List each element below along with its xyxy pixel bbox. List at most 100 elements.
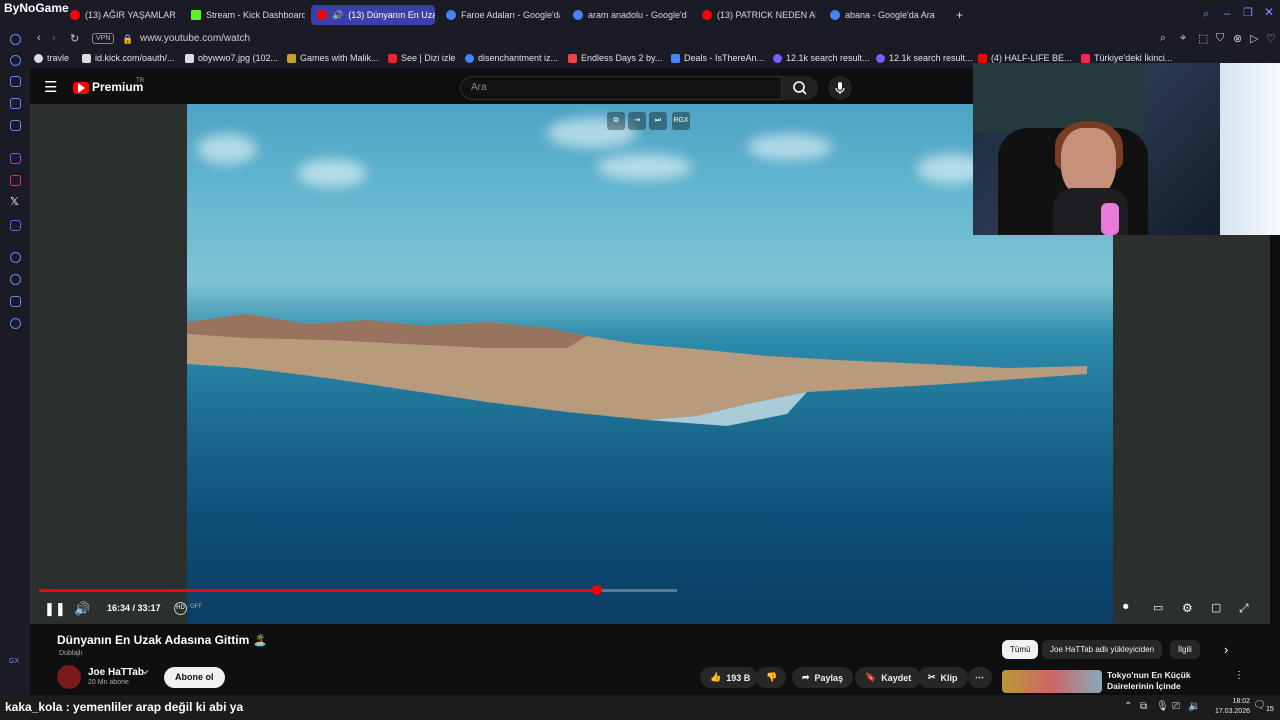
voice-search-button[interactable] [828, 76, 852, 100]
heart-icon[interactable]: ♡ [1266, 32, 1276, 45]
chip-all[interactable]: Tümü [1002, 640, 1039, 659]
share-button[interactable]: ➦ Paylaş [792, 667, 854, 688]
tab-faroe-adalari[interactable]: Faroe Adaları - Google'da [440, 5, 560, 25]
search-button[interactable] [782, 76, 818, 100]
recommended-title[interactable]: Tokyo'nun En Küçük Dairelerinin İçinde [1107, 670, 1232, 692]
search-input[interactable]: Ara [460, 76, 782, 100]
search-tabs-icon[interactable]: ⌕ [1203, 8, 1209, 21]
recommended-thumbnail[interactable] [1002, 670, 1102, 693]
close-icon[interactable]: ✕ [1264, 5, 1274, 19]
bookmark-deals[interactable]: Deals - IsThereAn... [671, 53, 764, 63]
chevron-right-icon[interactable]: › [1224, 642, 1228, 657]
tray-expand-icon[interactable]: ⌃ [1124, 701, 1132, 712]
notification-icon[interactable]: 🗨 [1253, 700, 1266, 711]
clip-button[interactable]: ✂ Klip [918, 667, 968, 688]
menu-icon[interactable]: ☰ [44, 78, 57, 96]
like-button[interactable]: 👍 193 B [700, 667, 758, 688]
bookmark-obywwo7[interactable]: obywwo7.jpg (102... [185, 53, 278, 63]
gx-icon[interactable]: GX [9, 658, 19, 665]
save-button[interactable]: 🔖 Kaydet [855, 667, 922, 688]
tab-patrick[interactable]: (13) PATRICK NEDEN APTA [696, 5, 816, 25]
fullscreen-icon[interactable]: ⤢ [1239, 601, 1249, 616]
play-icon[interactable]: ▷ [1250, 32, 1258, 45]
forward-icon[interactable]: › [52, 32, 56, 44]
settings-gear-icon[interactable]: ⚙ [1182, 601, 1193, 615]
mail-icon[interactable] [10, 120, 21, 131]
twitch-icon[interactable] [10, 153, 21, 164]
system-clock[interactable]: 18:02 17.03.2026 [1215, 697, 1250, 717]
microphone-icon[interactable]: 🎙 [1156, 701, 1169, 712]
address-bar: ‹ › ↻ VPN 🔒 www.youtube.com/watch ⌕ ⌖ ⬚ … [30, 30, 1280, 50]
bookmark-search-result-2[interactable]: 12.1k search result... [876, 53, 973, 63]
vpn-badge[interactable]: VPN [92, 33, 115, 44]
bookmark-see-dizi[interactable]: See | Dizi izle [388, 53, 455, 63]
bookmark-half-life[interactable]: (4) HALF-LIFE BE... [978, 53, 1072, 63]
tab-aram-anadolu[interactable]: aram anadolu - Google'da [567, 5, 687, 25]
chip-from-uploader[interactable]: Joe HaTTab adlı yükleyiciden [1042, 640, 1163, 659]
bookmark-disenchantment[interactable]: disenchantment iz... [465, 53, 558, 63]
zoom-icon[interactable]: ⌕ [1160, 32, 1166, 45]
webcam-microphone [1101, 203, 1119, 235]
pip-icon[interactable]: ⧉ [607, 112, 625, 130]
tab-dunyanin-en-uzak[interactable]: 🔊 (13) Dünyanın En Uzak [311, 5, 435, 25]
messenger-icon[interactable] [10, 98, 21, 109]
pin-icon[interactable]: ⌖ [1180, 32, 1186, 45]
scrubber-handle[interactable] [592, 585, 602, 595]
channel-avatar[interactable] [57, 665, 81, 689]
time-display: 16:34 / 33:17 [107, 603, 161, 613]
history-icon[interactable] [10, 274, 21, 285]
channel-name[interactable]: Joe HaTTab [88, 667, 144, 678]
discord-icon[interactable] [10, 220, 21, 231]
speed-dial-icon[interactable] [10, 55, 21, 66]
popout-icon[interactable]: ⇥ [628, 112, 646, 130]
url-field[interactable]: www.youtube.com/watch [140, 33, 250, 44]
theater-mode-icon[interactable]: ▢ [1211, 601, 1221, 614]
pause-icon[interactable]: ❚❚ [44, 601, 66, 617]
snapshot-icon[interactable]: ⬚ [1198, 32, 1208, 45]
tray-app-icon[interactable]: ⧉ [1140, 701, 1147, 712]
subtitles-icon[interactable]: ▭ [1153, 601, 1163, 614]
maximize-icon[interactable]: ❐ [1243, 6, 1253, 19]
subscribe-button[interactable]: Abone ol [164, 667, 225, 688]
more-vertical-icon[interactable]: ⋮ [1234, 670, 1244, 681]
x-twitter-icon[interactable]: 𝕏 [10, 195, 19, 208]
region-label: TR [136, 78, 144, 84]
tab-agir-yasamlar[interactable]: (13) AĞIR YAŞAMLARIN EN [64, 5, 176, 25]
adblock-icon[interactable]: ⊗ [1233, 32, 1242, 45]
extensions-icon[interactable] [10, 296, 21, 307]
tab-kick-dashboard[interactable]: Stream - Kick Dashboard [185, 5, 305, 25]
bookmark-icon[interactable] [10, 76, 21, 87]
more-actions-button[interactable]: ⋯ [968, 667, 992, 688]
autoplay-toggle-icon[interactable]: ⏺ [1123, 601, 1129, 614]
volume-icon[interactable]: 🔊 [74, 601, 90, 617]
progress-fill [39, 589, 597, 592]
refresh-icon[interactable]: ↻ [70, 32, 79, 45]
hd-badge[interactable]: HD [174, 602, 187, 615]
player-icon[interactable] [10, 252, 21, 263]
next-icon[interactable]: ⏭ [649, 112, 667, 130]
video-title: Dünyanın En Uzak Adasına Gittim 🏝️ [57, 633, 268, 647]
chip-related[interactable]: İlgili [1170, 640, 1200, 659]
bookmark-endless-days[interactable]: Endless Days 2 by... [568, 53, 662, 63]
bookmark-search-result-1[interactable]: 12.1k search result... [773, 53, 870, 63]
back-icon[interactable]: ‹ [37, 32, 41, 44]
bookmark-kick-oauth[interactable]: id.kick.com/oauth/... [82, 53, 175, 63]
volume-icon[interactable]: 🔉 [1188, 701, 1200, 712]
reload-icon[interactable] [10, 34, 21, 45]
bookmark-games-with-malik[interactable]: Games with Malik... [287, 53, 379, 63]
play-icon [388, 53, 397, 63]
new-tab-button[interactable]: + [950, 5, 970, 25]
settings-icon[interactable] [10, 318, 21, 329]
minimize-icon[interactable]: – [1224, 6, 1231, 20]
instagram-icon[interactable] [10, 175, 21, 186]
bookmark-travle[interactable]: travle [34, 53, 69, 63]
scissors-icon: ✂ [928, 672, 936, 682]
play-triangle-icon [78, 83, 85, 93]
shield-icon[interactable]: ⛉ [1216, 32, 1224, 45]
tab-abana[interactable]: abana - Google'da Ara [824, 5, 944, 25]
dislike-button[interactable]: 👎 [756, 667, 786, 688]
bookmark-turkiye[interactable]: Türkiye'deki İkinci... [1081, 53, 1172, 63]
rgx-button[interactable]: RGX [672, 112, 690, 130]
network-icon[interactable]: ⎚ [1172, 701, 1180, 712]
cloud [597, 154, 692, 180]
